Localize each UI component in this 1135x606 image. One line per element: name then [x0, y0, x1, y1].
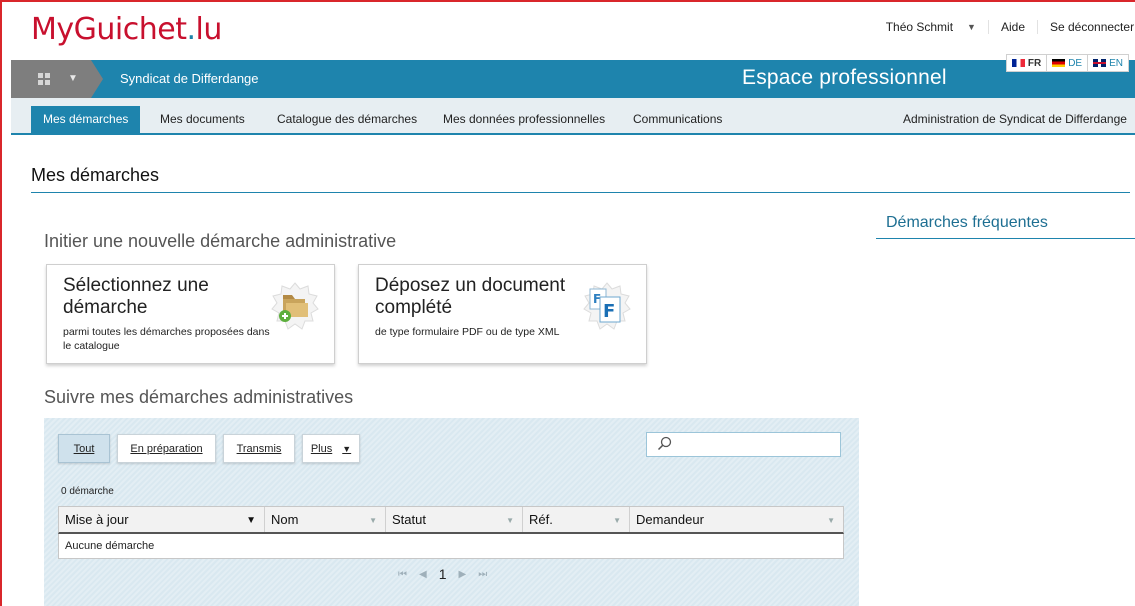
- chevron-down-icon: ▼: [506, 516, 514, 525]
- select-procedure-card[interactable]: Sélectionnez une démarche parmi toutes l…: [46, 264, 335, 364]
- chevron-down-icon: ▼: [68, 73, 78, 84]
- lang-label: DE: [1068, 57, 1083, 69]
- tab-catalogue[interactable]: Catalogue des démarches: [277, 105, 417, 133]
- column-updated[interactable]: Mise à jour ▼: [59, 507, 265, 532]
- grid-icon-cell: [45, 80, 50, 85]
- chevron-down-icon: ▼: [369, 516, 377, 525]
- grid-icon-cell: [38, 80, 43, 85]
- tab-mes-demarches[interactable]: Mes démarches: [31, 106, 141, 133]
- column-status[interactable]: Statut ▼: [386, 507, 523, 532]
- lang-de[interactable]: DE: [1047, 55, 1089, 71]
- pagination: ⏮ ◀ 1 ▶ ⏭: [398, 566, 487, 582]
- column-name[interactable]: Nom ▼: [265, 507, 386, 532]
- flag-fr-icon: [1011, 59, 1025, 67]
- document-upload-icon: F F: [583, 282, 631, 330]
- tab-communications[interactable]: Communications: [633, 105, 722, 133]
- sort-desc-icon: ▼: [246, 515, 256, 526]
- divider: [876, 238, 1135, 239]
- grid-icon: [38, 73, 43, 78]
- more-label: Plus: [310, 442, 333, 455]
- upload-document-card[interactable]: Déposez un document complété de type for…: [358, 264, 647, 364]
- frequent-procedures-heading: Démarches fréquentes: [886, 214, 1048, 231]
- first-page-icon[interactable]: ⏮: [398, 569, 407, 580]
- user-menu: Théo Schmit ▼ Aide Se déconnecter: [874, 20, 1135, 34]
- lang-fr[interactable]: FR: [1007, 55, 1048, 71]
- column-requester[interactable]: Demandeur ▼: [630, 507, 843, 532]
- next-page-icon[interactable]: ▶: [459, 569, 467, 580]
- tab-administration[interactable]: Administration de Syndicat de Differdang…: [903, 105, 1127, 133]
- card-description: parmi toutes les démarches proposées dan…: [63, 326, 270, 352]
- table-header: Mise à jour ▼ Nom ▼ Statut ▼ Réf. ▼ Dema…: [58, 506, 844, 534]
- chevron-down-icon: ▼: [342, 443, 352, 454]
- column-label: Statut: [392, 512, 426, 527]
- page-title: Mes démarches: [31, 165, 160, 185]
- tab-donnees-professionnelles[interactable]: Mes données professionnelles: [443, 105, 605, 133]
- column-label: Mise à jour: [65, 512, 129, 527]
- grid-icon-cell: [45, 73, 50, 78]
- flag-de-icon: [1052, 59, 1066, 67]
- user-dropdown[interactable]: Théo Schmit ▼: [874, 20, 988, 34]
- app-switcher-button[interactable]: ▼: [11, 60, 91, 98]
- lang-label: EN: [1109, 57, 1123, 69]
- breadcrumb-arrow: [91, 60, 103, 98]
- svg-text:F: F: [603, 301, 615, 322]
- lang-label: FR: [1027, 57, 1042, 69]
- flag-en-icon: [1093, 59, 1107, 67]
- procedures-count: 0 démarche: [61, 486, 114, 497]
- logout-link[interactable]: Se déconnecter: [1037, 20, 1135, 34]
- filter-draft-button[interactable]: En préparation: [117, 434, 216, 463]
- column-reference[interactable]: Réf. ▼: [523, 507, 630, 532]
- chevron-down-icon: ▼: [827, 516, 835, 525]
- user-name: Théo Schmit: [885, 20, 954, 34]
- language-switcher: FR DE EN: [1005, 54, 1129, 72]
- new-procedure-heading: Initier une nouvelle démarche administra…: [44, 231, 397, 251]
- folder-add-icon: [271, 282, 319, 330]
- column-label: Demandeur: [636, 512, 704, 527]
- lang-en[interactable]: EN: [1088, 55, 1128, 71]
- organization-name[interactable]: Syndicat de Differdange: [120, 71, 259, 86]
- procedures-table: Mise à jour ▼ Nom ▼ Statut ▼ Réf. ▼ Dema…: [58, 506, 844, 559]
- site-logo[interactable]: MyGuichet.lu: [31, 12, 222, 47]
- card-title: Déposez un document complété: [375, 275, 566, 318]
- card-title: Sélectionnez une démarche: [63, 275, 209, 318]
- search-input[interactable]: [646, 432, 841, 457]
- divider: [31, 192, 1130, 193]
- help-link[interactable]: Aide: [987, 20, 1037, 34]
- column-label: Réf.: [529, 512, 553, 527]
- last-page-icon[interactable]: ⏭: [478, 569, 487, 580]
- space-title: Espace professionnel: [742, 66, 947, 89]
- card-description: de type formulaire PDF ou de type XML: [375, 326, 560, 338]
- filter-more-dropdown[interactable]: Plus ▼: [302, 434, 360, 463]
- chevron-down-icon: ▼: [967, 22, 976, 32]
- empty-message: Aucune démarche: [65, 540, 155, 552]
- column-label: Nom: [271, 512, 299, 527]
- search-icon: [657, 436, 672, 451]
- chevron-down-icon: ▼: [613, 516, 621, 525]
- current-page[interactable]: 1: [439, 566, 447, 582]
- previous-page-icon[interactable]: ◀: [419, 569, 427, 580]
- filter-sent-button[interactable]: Transmis: [223, 434, 295, 463]
- table-row: Aucune démarche: [58, 534, 844, 559]
- tab-mes-documents[interactable]: Mes documents: [160, 105, 245, 133]
- filter-all-button[interactable]: Tout: [58, 434, 110, 463]
- follow-procedures-heading: Suivre mes démarches administratives: [44, 387, 354, 407]
